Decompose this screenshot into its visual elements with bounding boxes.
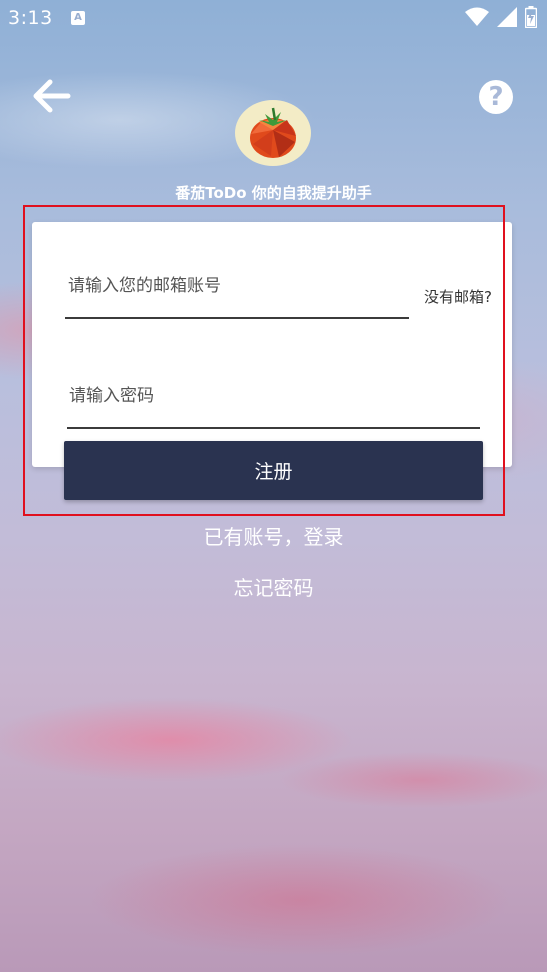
register-screen: 3:13 A ? 番茄ToDo 你的自我提升助手 请输入您的邮箱账号 没有邮箱?… — [0, 0, 547, 972]
help-button[interactable]: ? — [479, 80, 513, 114]
register-form-card — [32, 222, 512, 467]
email-input[interactable] — [66, 266, 412, 306]
login-link[interactable]: 已有账号，登录 — [0, 521, 547, 550]
tomato-icon — [250, 107, 296, 158]
a-icon: A — [71, 11, 85, 25]
password-underline — [67, 427, 480, 429]
app-tagline: 番茄ToDo 你的自我提升助手 — [175, 184, 372, 202]
status-icons — [465, 6, 537, 28]
back-button[interactable] — [30, 78, 72, 114]
password-input[interactable] — [67, 376, 481, 416]
arrow-left-icon — [33, 79, 71, 113]
status-time: 3:13 — [8, 7, 53, 29]
no-email-link[interactable]: 没有邮箱? — [424, 286, 492, 307]
status-bar: 3:13 A — [0, 0, 547, 38]
forgot-password-link[interactable]: 忘记密码 — [0, 572, 547, 601]
email-underline — [65, 317, 409, 319]
battery-icon — [525, 6, 537, 28]
wifi-icon — [465, 7, 489, 26]
question-icon: ? — [488, 82, 504, 112]
register-button[interactable]: 注册 — [64, 441, 483, 500]
signal-icon — [497, 7, 517, 27]
tomato-logo — [235, 100, 311, 166]
